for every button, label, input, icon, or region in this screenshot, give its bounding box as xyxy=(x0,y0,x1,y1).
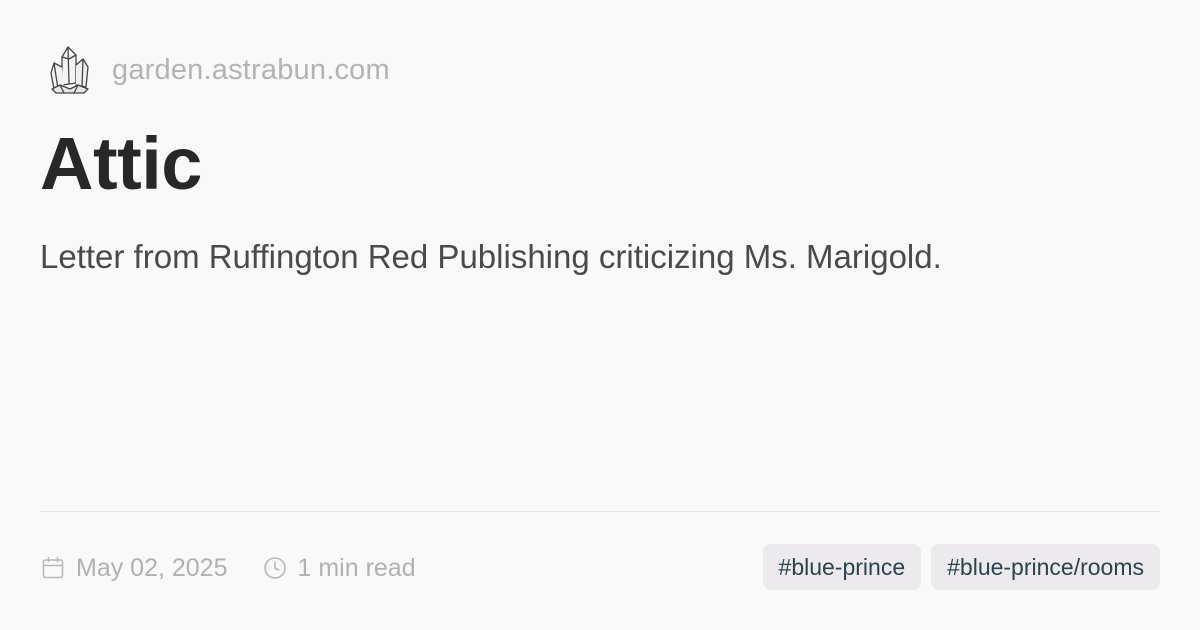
page-description: Letter from Ruffington Red Publishing cr… xyxy=(40,238,942,275)
post-meta: May 02, 2025 1 min read xyxy=(40,546,416,590)
crystal-cluster-icon[interactable] xyxy=(44,43,94,97)
publish-date-text: May 02, 2025 xyxy=(76,553,228,582)
publish-date: May 02, 2025 xyxy=(40,554,228,583)
site-domain[interactable]: garden.astrabun.com xyxy=(112,54,390,87)
read-time: 1 min read xyxy=(262,554,416,583)
clock-icon xyxy=(262,555,288,581)
read-time-text: 1 min read xyxy=(297,553,416,582)
site-header: garden.astrabun.com xyxy=(44,42,390,98)
divider xyxy=(40,511,1160,512)
page-title: Attic xyxy=(40,122,202,205)
tag-blue-prince-rooms[interactable]: #blue-prince/rooms xyxy=(931,544,1160,590)
tag-list: #blue-prince #blue-prince/rooms xyxy=(753,544,1160,590)
calendar-icon xyxy=(40,555,66,581)
tag-blue-prince[interactable]: #blue-prince xyxy=(762,544,922,590)
